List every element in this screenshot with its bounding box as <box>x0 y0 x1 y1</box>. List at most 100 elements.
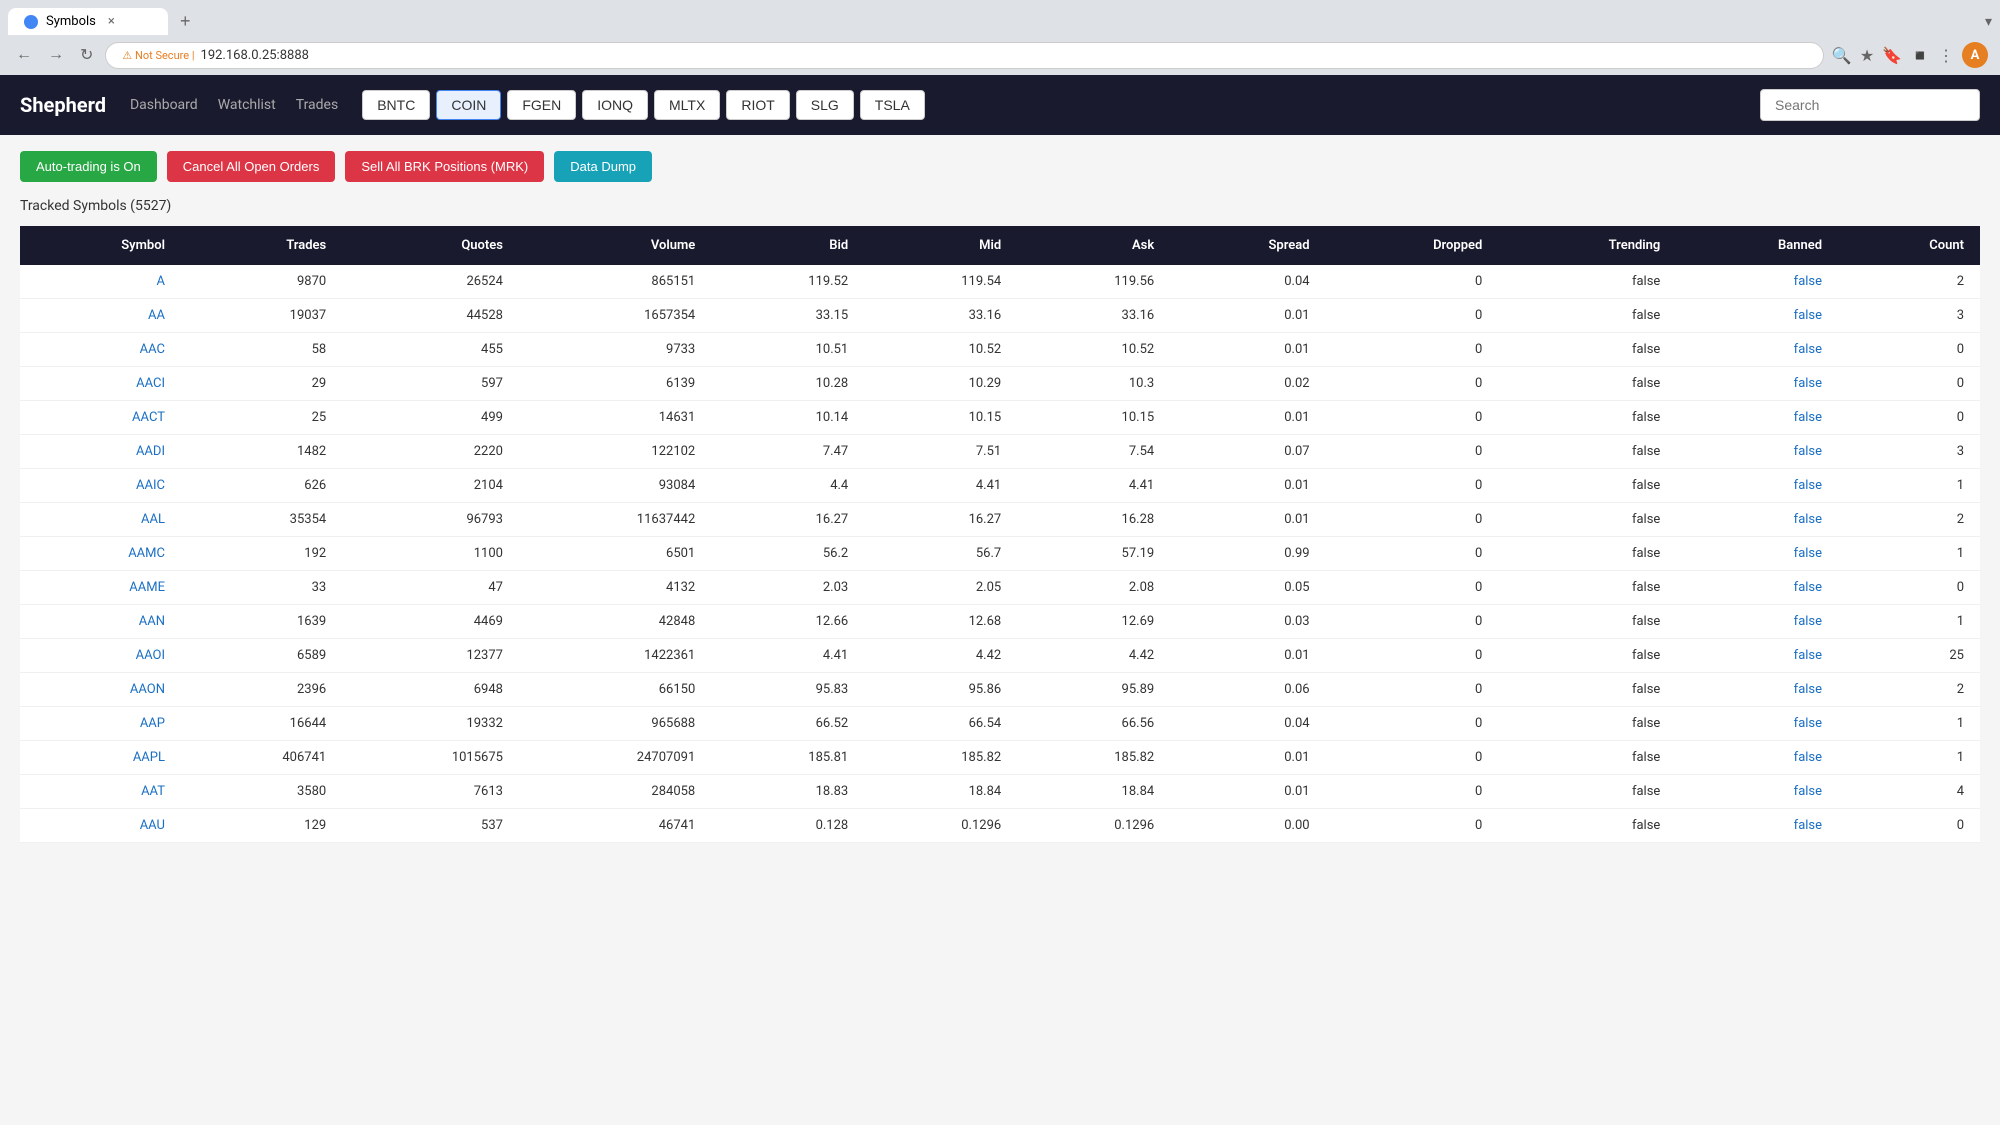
new-tab-button[interactable]: + <box>172 11 199 32</box>
auto-trading-button[interactable]: Auto-trading is On <box>20 151 157 182</box>
extensions-icon[interactable]: ◾ <box>1910 46 1930 65</box>
symbol-cell[interactable]: AAME <box>20 571 181 605</box>
nav-watchlist[interactable]: Watchlist <box>218 97 276 113</box>
table-row: AAME334741322.032.052.080.050falsefalse0 <box>20 571 1980 605</box>
symbol-cell[interactable]: AA <box>20 299 181 333</box>
data-cell: 0.99 <box>1170 537 1325 571</box>
sell-positions-button[interactable]: Sell All BRK Positions (MRK) <box>345 151 544 182</box>
data-cell: 284058 <box>519 775 711 809</box>
symbol-tab-bntc[interactable]: BNTC <box>362 90 430 120</box>
profile-avatar[interactable]: A <box>1962 42 1988 68</box>
symbol-cell[interactable]: A <box>20 265 181 299</box>
symbol-cell[interactable]: AAU <box>20 809 181 843</box>
banned-cell[interactable]: false <box>1676 809 1838 843</box>
symbol-tab-tsla[interactable]: TSLA <box>860 90 925 120</box>
reload-button[interactable]: ↻ <box>76 41 97 69</box>
data-cell: 42848 <box>519 605 711 639</box>
symbol-cell[interactable]: AAON <box>20 673 181 707</box>
symbol-cell[interactable]: AAMC <box>20 537 181 571</box>
data-cell: 19037 <box>181 299 342 333</box>
zoom-icon[interactable]: 🔍 <box>1832 46 1852 65</box>
banned-cell[interactable]: false <box>1676 469 1838 503</box>
banned-cell[interactable]: false <box>1676 367 1838 401</box>
banned-cell[interactable]: false <box>1676 503 1838 537</box>
data-cell: 0 <box>1326 741 1499 775</box>
symbol-tab-mltx[interactable]: MLTX <box>654 90 720 120</box>
forward-button[interactable]: → <box>44 42 68 68</box>
active-tab[interactable]: Symbols × <box>8 8 168 35</box>
data-cell: 0.05 <box>1170 571 1325 605</box>
data-cell: 95.83 <box>711 673 864 707</box>
nav-trades[interactable]: Trades <box>296 97 338 113</box>
symbol-cell[interactable]: AAIC <box>20 469 181 503</box>
symbol-cell[interactable]: AAC <box>20 333 181 367</box>
data-cell: 2 <box>1838 673 1980 707</box>
data-cell: 0.04 <box>1170 707 1325 741</box>
symbol-cell[interactable]: AAT <box>20 775 181 809</box>
toolbar-icons: 🔍 ★ 🔖 ◾ ⋮ A <box>1832 42 1988 68</box>
cancel-orders-button[interactable]: Cancel All Open Orders <box>167 151 336 182</box>
data-cell: 185.81 <box>711 741 864 775</box>
data-dump-button[interactable]: Data Dump <box>554 151 652 182</box>
banned-cell[interactable]: false <box>1676 401 1838 435</box>
data-cell: 26524 <box>342 265 519 299</box>
banned-cell[interactable]: false <box>1676 741 1838 775</box>
symbol-cell[interactable]: AADI <box>20 435 181 469</box>
address-input[interactable]: ⚠ Not Secure | 192.168.0.25:8888 <box>105 42 1823 69</box>
banned-cell[interactable]: false <box>1676 299 1838 333</box>
data-cell: 4.41 <box>864 469 1017 503</box>
banned-cell[interactable]: false <box>1676 265 1838 299</box>
data-cell: 4.42 <box>1017 639 1170 673</box>
banned-cell[interactable]: false <box>1676 639 1838 673</box>
symbol-tab-ionq[interactable]: IONQ <box>582 90 648 120</box>
data-cell: false <box>1498 809 1676 843</box>
banned-cell[interactable]: false <box>1676 333 1838 367</box>
tab-close-button[interactable]: × <box>108 14 115 29</box>
symbol-tab-riot[interactable]: RIOT <box>726 90 789 120</box>
symbol-cell[interactable]: AACI <box>20 367 181 401</box>
data-cell: 93084 <box>519 469 711 503</box>
symbol-cell[interactable]: AAP <box>20 707 181 741</box>
data-cell: 33.16 <box>864 299 1017 333</box>
menu-icon[interactable]: ⋮ <box>1938 46 1954 65</box>
data-cell: 0.01 <box>1170 469 1325 503</box>
banned-cell[interactable]: false <box>1676 537 1838 571</box>
nav-dashboard[interactable]: Dashboard <box>130 97 198 113</box>
table-row: AA1903744528165735433.1533.1633.160.010f… <box>20 299 1980 333</box>
data-cell: 10.29 <box>864 367 1017 401</box>
data-cell: 33.16 <box>1017 299 1170 333</box>
browser-chrome: Symbols × + ▾ ← → ↻ ⚠ Not Secure | 192.1… <box>0 0 2000 75</box>
tab-more-button[interactable]: ▾ <box>1985 14 1992 30</box>
symbol-cell[interactable]: AAOI <box>20 639 181 673</box>
data-cell: false <box>1498 435 1676 469</box>
data-cell: false <box>1498 367 1676 401</box>
data-cell: 58 <box>181 333 342 367</box>
symbol-tab-fgen[interactable]: FGEN <box>507 90 576 120</box>
symbol-cell[interactable]: AACT <box>20 401 181 435</box>
search-input[interactable] <box>1760 89 1980 121</box>
symbol-cell[interactable]: AAL <box>20 503 181 537</box>
col-symbol: Symbol <box>20 226 181 265</box>
back-button[interactable]: ← <box>12 42 36 68</box>
banned-cell[interactable]: false <box>1676 435 1838 469</box>
banned-cell[interactable]: false <box>1676 707 1838 741</box>
bookmark-icon[interactable]: ★ <box>1860 46 1874 65</box>
banned-cell[interactable]: false <box>1676 775 1838 809</box>
data-cell: false <box>1498 503 1676 537</box>
table-row: AAON239669486615095.8395.8695.890.060fal… <box>20 673 1980 707</box>
symbol-tab-coin[interactable]: COIN <box>436 90 501 120</box>
data-cell: 12.66 <box>711 605 864 639</box>
banned-cell[interactable]: false <box>1676 571 1838 605</box>
banned-cell[interactable]: false <box>1676 673 1838 707</box>
bookmark-add-icon[interactable]: 🔖 <box>1882 46 1902 65</box>
data-cell: 12.68 <box>864 605 1017 639</box>
data-cell: 35354 <box>181 503 342 537</box>
data-cell: 0.01 <box>1170 401 1325 435</box>
table-row: AAN163944694284812.6612.6812.690.030fals… <box>20 605 1980 639</box>
symbol-cell[interactable]: AAN <box>20 605 181 639</box>
symbol-cell[interactable]: AAPL <box>20 741 181 775</box>
symbol-tab-slg[interactable]: SLG <box>796 90 854 120</box>
banned-cell[interactable]: false <box>1676 605 1838 639</box>
col-spread: Spread <box>1170 226 1325 265</box>
data-cell: 0.01 <box>1170 639 1325 673</box>
